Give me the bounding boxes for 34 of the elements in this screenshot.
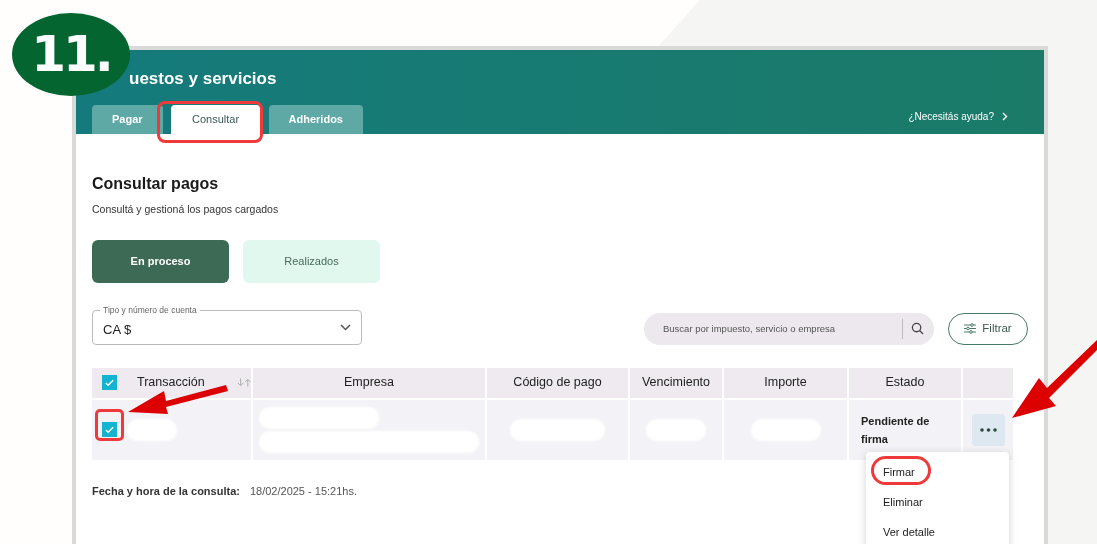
column-header: Transacción	[137, 374, 205, 392]
check-icon	[104, 424, 115, 436]
tab[interactable]: Consultar	[170, 105, 261, 134]
column-header: Código de pago	[513, 374, 602, 392]
help-link[interactable]: ¿Necesitás ayuda?	[908, 109, 1008, 134]
query-time-value: 18/02/2025 - 15:21hs.	[249, 483, 357, 499]
chevron-down-icon	[340, 323, 351, 331]
sliders-icon	[964, 323, 977, 335]
search-bar[interactable]: Buscar por impuesto, servicio o empresa	[644, 312, 934, 345]
highlight-outline	[871, 456, 931, 485]
ellipsis-icon	[979, 427, 997, 432]
chevron-right-icon	[1002, 112, 1008, 121]
column-header: Importe	[764, 374, 807, 392]
search-icon[interactable]	[911, 322, 924, 336]
menu-item[interactable]: Ver detalle	[883, 523, 935, 541]
highlight-outline	[95, 409, 124, 441]
more-options-button[interactable]	[971, 413, 1005, 446]
menu-item[interactable]: Eliminar	[883, 493, 923, 511]
segment-button[interactable]: En proceso	[92, 239, 229, 283]
checkbox[interactable]	[102, 422, 117, 438]
sort-icon[interactable]	[236, 378, 251, 388]
segment-button[interactable]: Realizados	[243, 239, 380, 283]
page-title: uestos y servicios	[129, 69, 277, 88]
section-subtitle: Consultá y gestioná los pagos cargados	[92, 202, 280, 217]
check-icon	[104, 377, 115, 389]
checkbox[interactable]	[102, 375, 117, 391]
status-text: Pendiente de firma	[861, 413, 931, 447]
query-time-label: Fecha y hora de la consulta:	[92, 483, 240, 499]
menu-item[interactable]: Firmar	[883, 463, 915, 481]
search-field[interactable]: Buscar por impuesto, servicio o empresa	[663, 321, 902, 336]
section-title: Consultar pagos	[92, 174, 220, 194]
column-header: Empresa	[344, 374, 394, 392]
column-header: Estado	[885, 374, 925, 392]
column-header: Vencimiento	[641, 374, 711, 392]
